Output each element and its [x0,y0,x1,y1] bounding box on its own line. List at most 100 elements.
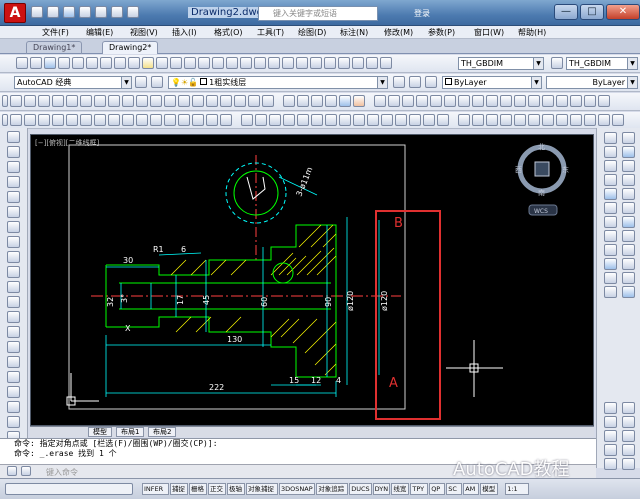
center-mark-icon[interactable] [570,95,582,107]
box-icon[interactable] [241,114,253,126]
workspace-select[interactable]: AutoCAD 经典 ▼ [14,76,132,89]
diameter-dim-icon[interactable] [604,174,617,186]
login-link[interactable]: 登录 [414,8,430,19]
save-as-icon[interactable] [79,6,91,18]
baseline-dim-icon[interactable] [500,95,512,107]
undo-icon[interactable] [156,57,168,69]
preview-icon[interactable] [72,57,84,69]
status-toggle-6[interactable]: 3DOSNAP [279,483,316,495]
status-toggle-0[interactable]: INFER [142,483,169,495]
tab-drawing2[interactable]: Drawing2* [102,41,159,54]
linear-dim-icon[interactable] [374,95,386,107]
save-icon[interactable] [44,57,56,69]
rotate-b-icon[interactable] [604,286,617,298]
cylinder-icon[interactable] [269,114,281,126]
status-toggle-10[interactable]: 线宽 [391,483,410,495]
arc-icon[interactable] [7,206,20,218]
table-icon[interactable] [248,95,260,107]
stretch-icon[interactable] [122,114,134,126]
add-selected-icon[interactable] [283,95,295,107]
menu-view[interactable]: 视图(V) [130,27,158,38]
annotation-scale[interactable]: 1:1 [505,483,530,495]
make-block-icon[interactable] [7,311,20,323]
point-icon[interactable] [7,326,20,338]
status-toggle-1[interactable]: 捕捉 [170,483,188,495]
calculator-icon[interactable] [310,57,322,69]
menu-insert[interactable]: 插入(I) [172,27,197,38]
properties-icon[interactable] [240,57,252,69]
copy-object-icon[interactable] [24,114,36,126]
shade-icon[interactable] [604,402,617,414]
ucs-object-icon[interactable] [514,114,526,126]
cut-icon[interactable] [100,57,112,69]
union-icon[interactable] [395,114,407,126]
inspection-icon[interactable] [584,95,596,107]
visual-style-icon[interactable] [325,95,337,107]
status-toggle-12[interactable]: QP [429,483,446,495]
multileader-icon[interactable] [380,57,392,69]
hatch-icon[interactable] [206,95,218,107]
array-icon[interactable] [66,114,78,126]
break-icon[interactable] [164,114,176,126]
viewcube-top[interactable] [534,161,550,177]
undo-icon[interactable] [111,6,123,18]
tolerance-icon[interactable] [622,202,635,214]
presspull-icon[interactable] [437,114,449,126]
linetype-select[interactable]: ByLayer ▼ [546,76,638,89]
shaded-icon[interactable] [353,95,365,107]
intersect-icon[interactable] [423,114,435,126]
dim-edit-icon[interactable] [622,216,635,228]
explode-icon[interactable] [220,114,232,126]
polyline-icon[interactable] [7,161,20,173]
angular-dim-icon[interactable] [622,174,635,186]
scale-icon[interactable] [108,114,120,126]
menu-window[interactable]: 窗口(W) [474,27,504,38]
status-toggle-13[interactable]: SC [446,483,463,495]
menu-edit[interactable]: 编辑(E) [86,27,113,38]
extrude-icon[interactable] [339,114,351,126]
polyline-icon[interactable] [38,95,50,107]
chamfer-icon[interactable] [192,114,204,126]
tab-layout1[interactable]: 布局1 [116,427,145,437]
offset-icon[interactable] [52,114,64,126]
ellipse-icon[interactable] [7,266,20,278]
status-toggle-7[interactable]: 对象追踪 [316,483,349,495]
scale-b-icon[interactable] [622,286,635,298]
arc-length-icon[interactable] [402,95,414,107]
ucs-view-icon[interactable] [528,114,540,126]
material-icon[interactable] [604,458,617,470]
ucs-y-icon[interactable] [598,114,610,126]
layer-previous-icon[interactable] [409,76,421,88]
ucs-origin-icon[interactable] [542,114,554,126]
ellipse-arc-icon[interactable] [7,281,20,293]
paste-icon[interactable] [128,57,140,69]
dim-break-icon[interactable] [542,95,554,107]
status-toggle-4[interactable]: 极轴 [227,483,245,495]
status-toggle-14[interactable]: AM [463,483,480,495]
mtext-icon[interactable] [262,95,274,107]
torus-icon[interactable] [311,114,323,126]
ellipse-arc-icon[interactable] [150,95,162,107]
dist-icon[interactable] [297,95,309,107]
tab-layout2[interactable]: 布局2 [148,427,177,437]
construction-line-icon[interactable] [24,95,36,107]
status-toggle-9[interactable]: DYN [372,483,391,495]
new-icon[interactable] [31,6,43,18]
add-selected-icon[interactable] [7,416,20,428]
realistic-icon[interactable] [339,95,351,107]
hatch-icon[interactable] [7,341,20,353]
continue-dim-icon[interactable] [514,95,526,107]
offset-b-icon[interactable] [622,258,635,270]
status-toggle-5[interactable]: 对象捕捉 [246,483,278,495]
dim-style-icon[interactable] [551,57,563,69]
gradient-icon[interactable] [7,356,20,368]
coordinates-icon[interactable] [5,483,133,495]
tab-model[interactable]: 模型 [88,427,112,437]
status-toggle-8[interactable]: DUCS [349,483,372,495]
ucs-zaxis-icon[interactable] [556,114,568,126]
linear-dim-icon[interactable] [604,132,617,144]
layer-state-icon[interactable] [425,76,437,88]
region-icon[interactable] [7,371,20,383]
save-icon[interactable] [63,6,75,18]
workspace-settings-icon[interactable] [135,76,147,88]
